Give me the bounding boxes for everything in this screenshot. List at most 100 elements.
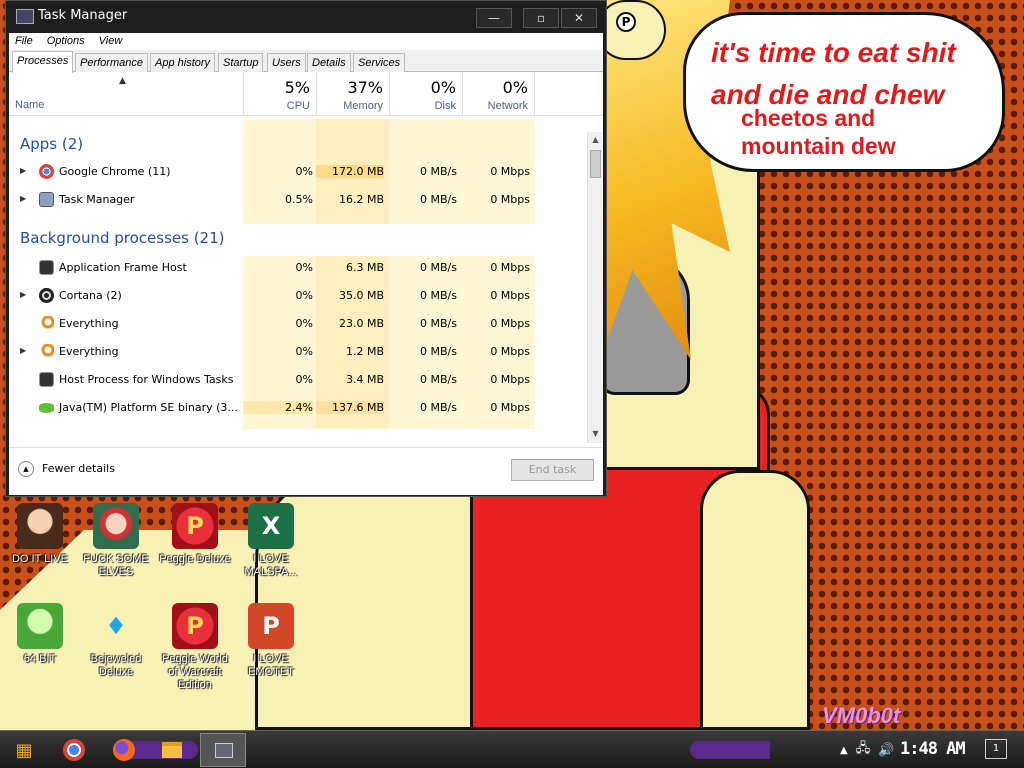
column-header-row: ▲ Name 5% CPU 37% Memory 0% Disk 0% Netw…: [9, 72, 603, 116]
firefox-icon[interactable]: [108, 736, 140, 764]
close-button[interactable]: ✕: [561, 8, 597, 28]
process-disk: 0 MB/s: [420, 401, 457, 414]
taskbar-task-manager-button[interactable]: [200, 733, 246, 767]
tab-services[interactable]: Services: [353, 53, 406, 72]
desktop-icon-do-it-live[interactable]: DO IT LIVE: [2, 503, 78, 566]
desktop-icon-malspam[interactable]: X I LOVE MALSPA...: [233, 503, 309, 579]
process-disk: 0 MB/s: [420, 193, 457, 206]
desktop-icon-emotet[interactable]: P I LOVE EMOTET: [233, 603, 309, 679]
java-icon: [39, 403, 54, 413]
footer: ▲ Fewer details End task: [9, 447, 603, 495]
process-cpu: 0%: [295, 317, 313, 330]
tab-performance[interactable]: Performance: [75, 53, 148, 72]
column-header-memory[interactable]: 37% Memory: [316, 72, 389, 116]
process-network: 0 Mbps: [490, 261, 530, 274]
peggle-icon: P: [172, 503, 218, 549]
network-icon[interactable]: 🖧: [856, 739, 871, 761]
speech-text-line: it's time to eat shit: [711, 37, 956, 68]
memory-total-pct: 37%: [347, 78, 383, 97]
process-row[interactable]: Host Process for Windows Tasks 0% 3.4 MB…: [9, 366, 587, 394]
disk-label: Disk: [434, 100, 456, 112]
sort-arrow-icon: ▲: [119, 76, 126, 86]
desktop-icon-bejeweled[interactable]: ♦ Bejeweled Deluxe: [78, 603, 154, 679]
portrait-icon: [17, 503, 63, 549]
scroll-down-icon[interactable]: ▼: [588, 426, 603, 442]
cpu-label: CPU: [286, 100, 310, 112]
title-bar[interactable]: Task Manager — ▫ ✕: [6, 1, 606, 33]
desktop-icon-elves[interactable]: FUCK SOME ELVES: [78, 503, 154, 579]
process-memory: 35.0 MB: [338, 289, 384, 302]
peggle-icon: P: [172, 603, 218, 649]
menu-file[interactable]: File: [15, 35, 33, 50]
process-row[interactable]: ▶ Cortana (2) 0% 35.0 MB 0 MB/s 0 Mbps: [9, 282, 587, 310]
volume-icon[interactable]: 🔊: [878, 743, 894, 758]
task-manager-body: File Options View Processes Performance …: [9, 33, 603, 495]
process-row[interactable]: Everything 0% 23.0 MB 0 MB/s 0 Mbps: [9, 310, 587, 338]
vertical-scrollbar[interactable]: ▲ ▼: [587, 132, 603, 443]
chevron-up-icon[interactable]: ▲: [18, 461, 34, 477]
taskbar: ▦ ▲ 🖧 🔊 1:48 AM 1: [0, 730, 1024, 768]
column-header-name[interactable]: Name: [15, 99, 44, 111]
process-network: 0 Mbps: [490, 317, 530, 330]
tray-expand-icon[interactable]: ▲: [840, 745, 848, 756]
process-memory: 137.6 MB: [316, 401, 384, 414]
process-name: Task Manager: [59, 193, 135, 206]
process-row[interactable]: ▶ Everything 0% 1.2 MB 0 MB/s 0 Mbps: [9, 338, 587, 366]
scroll-up-icon[interactable]: ▲: [588, 132, 603, 148]
menu-view[interactable]: View: [99, 35, 123, 50]
process-row[interactable]: ▶ Task Manager 0.5% 16.2 MB 0 MB/s 0 Mbp…: [9, 186, 587, 214]
notification-center-icon[interactable]: 1: [985, 739, 1007, 759]
column-header-disk[interactable]: 0% Disk: [389, 72, 462, 116]
file-explorer-icon[interactable]: [156, 736, 188, 764]
magnifier-icon: [39, 344, 54, 359]
column-header-network[interactable]: 0% Network: [462, 72, 535, 116]
process-disk: 0 MB/s: [420, 289, 457, 302]
task-manager-icon: [16, 9, 34, 24]
process-name: Everything: [59, 317, 119, 330]
tab-app-history[interactable]: App history: [150, 53, 216, 72]
fewer-details-link[interactable]: Fewer details: [42, 462, 115, 475]
expand-chevron-icon[interactable]: ▶: [20, 346, 26, 355]
group-title: Apps (2): [20, 135, 84, 153]
desktop-icon-label: Peggle Deluxe: [159, 553, 231, 565]
desktop-icon-label: I LOVE EMOTET: [248, 653, 294, 678]
process-row[interactable]: Java(TM) Platform SE binary (3... 2.4% 1…: [9, 394, 587, 422]
task-manager-icon: [215, 743, 233, 758]
menu-options[interactable]: Options: [47, 35, 85, 50]
desktop-icon-peggle-deluxe[interactable]: P Peggle Deluxe: [157, 503, 233, 566]
chrome-icon[interactable]: [58, 736, 90, 764]
scrollbar-thumb[interactable]: [590, 150, 601, 178]
minimize-button[interactable]: —: [476, 8, 512, 28]
task-manager-icon: [39, 192, 54, 207]
tab-users[interactable]: Users: [267, 53, 306, 72]
column-header-cpu[interactable]: 5% CPU: [243, 72, 316, 116]
cpu-total-pct: 5%: [284, 78, 310, 97]
process-row[interactable]: Application Frame Host 0% 6.3 MB 0 MB/s …: [9, 254, 587, 282]
process-network: 0 Mbps: [490, 345, 530, 358]
expand-chevron-icon[interactable]: ▶: [20, 166, 26, 175]
window-title: Task Manager: [38, 8, 128, 23]
process-memory: 16.2 MB: [338, 193, 384, 206]
end-task-button[interactable]: End task: [511, 459, 594, 481]
clock[interactable]: 1:48 AM: [900, 739, 966, 759]
start-icon[interactable]: ▦: [8, 736, 40, 764]
process-disk: 0 MB/s: [420, 165, 457, 178]
process-cpu: 0%: [295, 261, 313, 274]
tab-processes[interactable]: Processes: [12, 51, 74, 73]
magnifier-icon: [39, 316, 54, 331]
process-network: 0 Mbps: [490, 373, 530, 386]
group-header-background: Background processes (21): [9, 224, 587, 256]
process-cpu: 0.5%: [285, 193, 313, 206]
tab-strip: Processes Performance App history Startu…: [9, 50, 603, 73]
tab-details[interactable]: Details: [307, 53, 351, 72]
maximize-button[interactable]: ▫: [523, 8, 559, 28]
expand-chevron-icon[interactable]: ▶: [20, 194, 26, 203]
desktop-icon-peggle-wow[interactable]: P Peggle World of Warcraft Edition: [157, 603, 233, 692]
process-network: 0 Mbps: [490, 193, 530, 206]
tab-startup[interactable]: Startup: [218, 53, 264, 72]
expand-chevron-icon[interactable]: ▶: [20, 290, 26, 299]
process-name: Google Chrome (11): [59, 165, 171, 178]
process-row[interactable]: ▶ Google Chrome (11) 0% 172.0 MB 0 MB/s …: [9, 158, 587, 186]
desktop-icon-64-bit[interactable]: 64 BIT: [2, 603, 78, 666]
taskbar-decoration: [690, 741, 770, 759]
